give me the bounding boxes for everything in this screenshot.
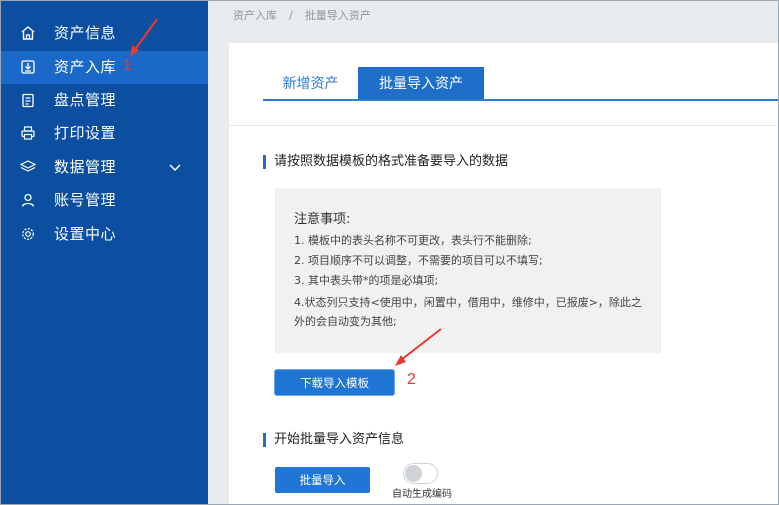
gear-icon [19, 225, 37, 243]
main-card: 新增资产 批量导入资产 请按照数据模板的格式准备要导入的数据 注意事项: 1. … [229, 43, 778, 504]
notice-title: 注意事项: [294, 212, 351, 227]
tab-batch-import[interactable]: 批量导入资产 [358, 67, 484, 99]
notice-line: 1. 模板中的表头名称不可更改，表头行不能删除; [294, 234, 532, 247]
annotation-step-2: 2 [407, 371, 416, 388]
sidebar-item-label: 打印设置 [54, 124, 117, 142]
sidebar-item-label: 设置中心 [54, 225, 117, 243]
sidebar-item-print-settings[interactable]: 打印设置 [1, 117, 208, 150]
sidebar-item-asset-info[interactable]: 资产信息 [1, 17, 208, 50]
download-template-button[interactable]: 下载导入模板 [275, 370, 394, 395]
sidebar: 资产信息 资产入库 盘点管理 打印设置 数据管理 账号管理 设置中心 [1, 1, 208, 504]
notice-line: 3. 其中表头带*的项是必填项; [294, 274, 439, 287]
app-window: 资产信息 资产入库 盘点管理 打印设置 数据管理 账号管理 设置中心 资产入库 … [0, 0, 779, 505]
sidebar-item-account-management[interactable]: 账号管理 [1, 184, 208, 217]
sidebar-item-settings-center[interactable]: 设置中心 [1, 218, 208, 251]
batch-import-button[interactable]: 批量导入 [275, 467, 370, 493]
home-icon [19, 24, 37, 42]
sidebar-item-inventory[interactable]: 盘点管理 [1, 84, 208, 117]
import-icon [19, 58, 37, 76]
sidebar-item-data-management[interactable]: 数据管理 [1, 151, 208, 184]
sidebar-item-label: 资产信息 [54, 24, 117, 42]
clipboard-icon [19, 91, 37, 109]
sidebar-item-asset-import[interactable]: 资产入库 [1, 51, 208, 84]
sidebar-item-label: 账号管理 [54, 191, 117, 209]
toggle-knob [405, 465, 422, 482]
sidebar-item-label: 资产入库 [54, 58, 117, 76]
breadcrumb-parent[interactable]: 资产入库 [233, 9, 277, 22]
sidebar-item-label: 盘点管理 [54, 91, 117, 109]
user-icon [19, 191, 37, 209]
divider [229, 125, 778, 126]
breadcrumb: 资产入库 / 批量导入资产 [233, 7, 371, 23]
chevron-down-icon[interactable] [167, 159, 183, 175]
section-title-prepare-data: 请按照数据模板的格式准备要导入的数据 [263, 155, 508, 169]
auto-code-toggle[interactable] [403, 463, 438, 484]
sidebar-item-label: 数据管理 [54, 158, 117, 176]
notice-line: 2. 项目顺序不可以调整，不需要的项目可以不填写; [294, 254, 543, 267]
notice-line: 4.状态列只支持<使用中，闲置中，借用中，维修中，已报废>，除此之外的会自动变为… [294, 296, 642, 328]
breadcrumb-separator: / [289, 9, 293, 22]
tab-add-asset[interactable]: 新增资产 [263, 67, 358, 99]
section-title-start-import: 开始批量导入资产信息 [263, 433, 404, 447]
breadcrumb-current: 批量导入资产 [304, 9, 371, 22]
annotation-step-1: 1 [123, 57, 132, 74]
notice-box: 注意事项: 1. 模板中的表头名称不可更改，表头行不能删除; 2. 项目顺序不可… [275, 188, 661, 353]
tab-bar: 新增资产 批量导入资产 [263, 67, 778, 101]
auto-code-label: 自动生成编码 [392, 489, 452, 500]
printer-icon [19, 124, 37, 142]
layers-icon [19, 158, 37, 176]
